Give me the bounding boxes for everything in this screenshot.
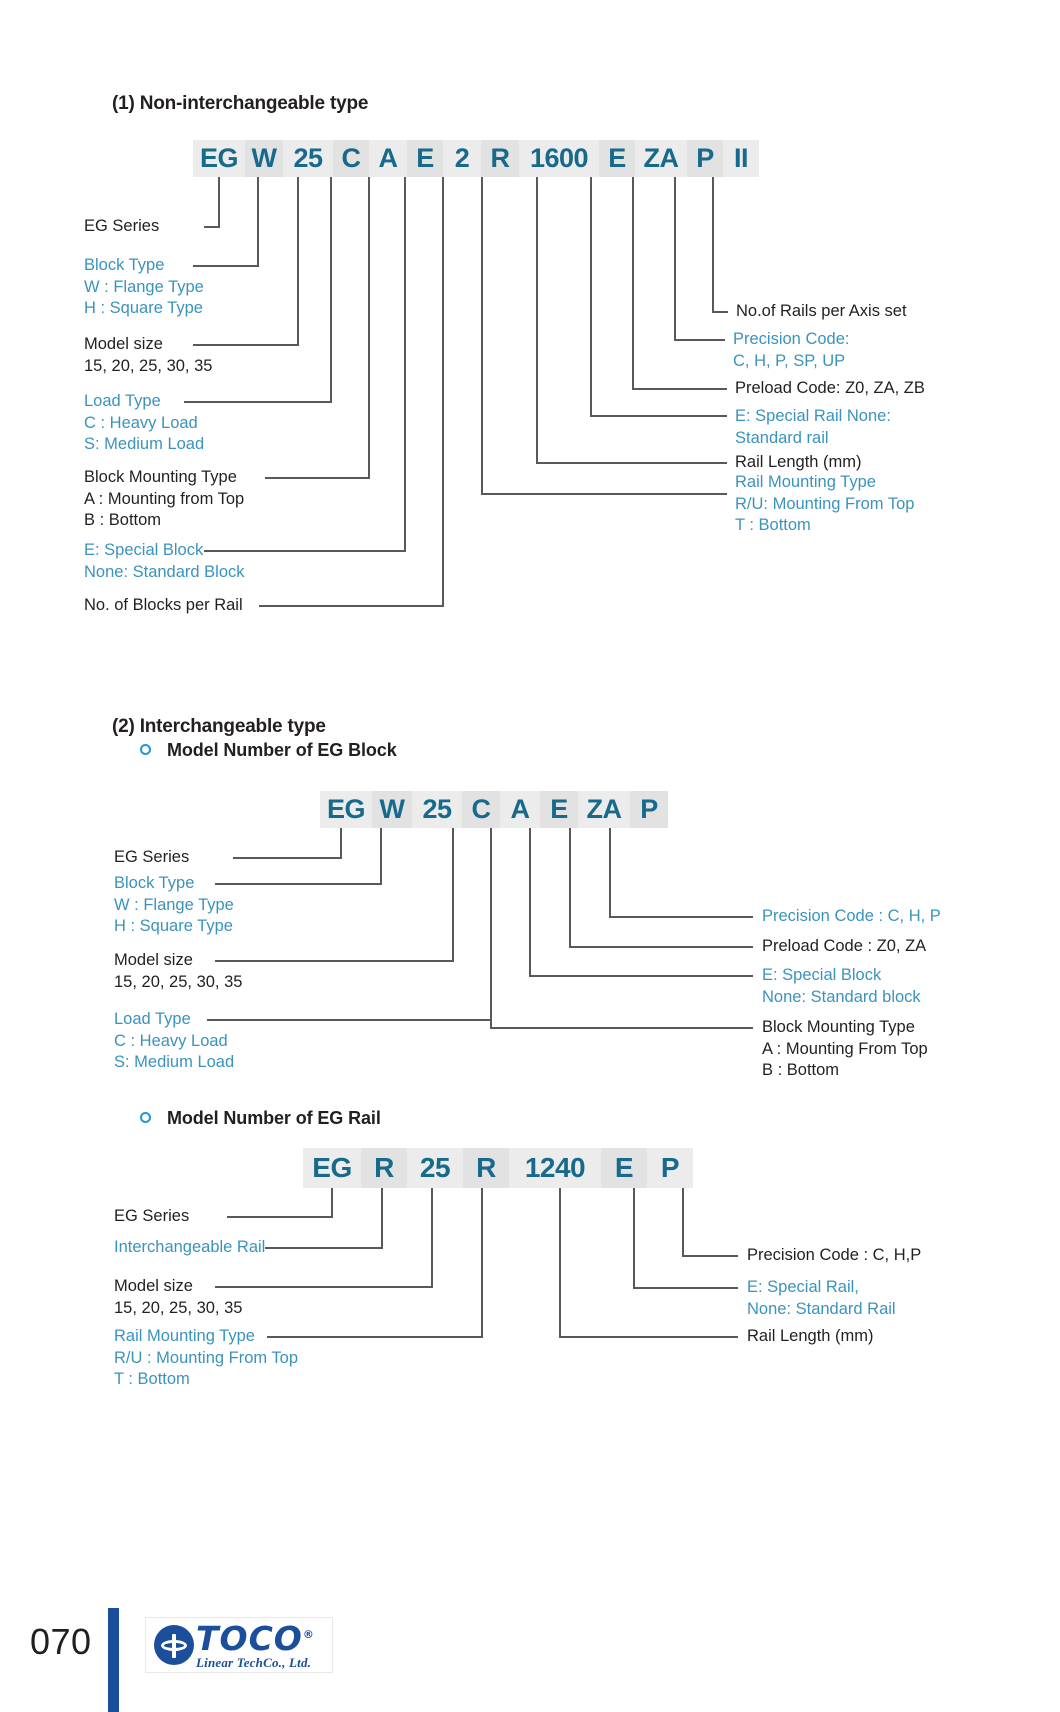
code-cell: 25	[283, 140, 333, 177]
code-cell: 25	[412, 791, 462, 828]
label-r-rail-mounting-type: Rail Mounting Type R/U : Mounting From T…	[114, 1327, 299, 1388]
catalog-page: (1) Non-interchangeable type EG W 25 C A E 2 R 1…	[0, 0, 1060, 1712]
leader-preload-code	[632, 177, 727, 390]
leader-r-rail-length	[559, 1188, 738, 1338]
code-cell: E	[407, 140, 443, 177]
toco-logo: TOCO® Linear TechCo., Ltd.	[145, 1617, 333, 1673]
label-blocks-per-rail: No. of Blocks per Rail	[84, 596, 243, 614]
leader-model-size	[193, 177, 299, 346]
code-cell: P	[647, 1148, 693, 1188]
code-cell: EG	[303, 1148, 361, 1188]
label-rail-mounting-type: Rail Mounting Type R/U: Mounting From To…	[735, 473, 915, 534]
code-cell: E	[540, 791, 578, 828]
registered-trademark-icon: ®	[302, 1627, 315, 1641]
label-model-size: Model size 15, 20, 25, 30, 35	[84, 335, 213, 375]
label-b-block-mounting-type: Block Mounting Type A : Mounting From To…	[762, 1018, 928, 1079]
code-cell: 1600	[519, 140, 599, 177]
code-cell: A	[369, 140, 407, 177]
leader-b-preload	[569, 828, 753, 948]
label-b-eg-series: EG Series	[114, 848, 190, 866]
section2-rail-code-row: EG R 25 R 1240 E P	[303, 1148, 693, 1188]
leader-rails-per-axis	[712, 177, 728, 313]
code-cell: E	[601, 1148, 647, 1188]
code-cell: 25	[407, 1148, 463, 1188]
label-preload-code: Preload Code: Z0, ZA, ZB	[735, 379, 925, 397]
section2-block-code-row: EG W 25 C A E ZA P	[320, 791, 668, 828]
code-cell: W	[245, 140, 283, 177]
label-r-precision-code: Precision Code : C, H,P	[747, 1246, 922, 1264]
page-number: 070	[30, 1621, 92, 1662]
label-r-model-size: Model size 15, 20, 25, 30, 35	[114, 1277, 243, 1317]
label-b-preload-code: Preload Code : Z0, ZA	[762, 937, 927, 955]
label-b-load-type: Load Type C : Heavy Load S: Medium Load	[114, 1010, 235, 1071]
code-cell: E	[599, 140, 635, 177]
code-cell: 1240	[509, 1148, 601, 1188]
leader-r-rail-mounting	[267, 1188, 483, 1338]
brand-tagline: Linear TechCo., Ltd.	[196, 1654, 312, 1670]
code-cell: ZA	[578, 791, 630, 828]
leader-b-load-type	[207, 828, 492, 1021]
leader-precision-code	[674, 177, 725, 341]
leader-b-special-block	[529, 828, 753, 977]
leader-b-eg-series	[233, 828, 342, 859]
label-r-special-rail: E: Special Rail, None: Standard Rail	[747, 1278, 896, 1318]
leader-b-block-mounting	[490, 828, 753, 1029]
label-precision-code: Precision Code: C, H, P, SP, UP	[733, 330, 850, 370]
leader-r-interchangeable	[265, 1188, 383, 1249]
label-r-eg-series: EG Series	[114, 1207, 190, 1225]
leader-b-block-type	[215, 828, 382, 885]
code-cell: R	[481, 140, 519, 177]
label-block-mounting-type: Block Mounting Type A : Mounting from To…	[84, 468, 245, 529]
section1-heading: (1) Non-interchangeable type	[112, 93, 369, 114]
leader-rail-length	[536, 177, 727, 464]
section2-heading: (2) Interchangeable type	[112, 716, 326, 737]
label-special-block: E: Special Block None: Standard Block	[84, 541, 245, 581]
label-b-precision-code: Precision Code : C, H, P	[762, 907, 941, 925]
label-block-type: Block Type W : Flange Type H : Square Ty…	[84, 256, 204, 317]
label-rail-length: Rail Length (mm)	[735, 453, 862, 471]
footer-accent-rule	[108, 1608, 119, 1712]
label-b-special-block: E: Special Block None: Standard block	[762, 966, 921, 1006]
leader-r-precision	[682, 1188, 738, 1257]
label-b-block-type: Block Type W : Flange Type H : Square Ty…	[114, 874, 234, 935]
code-cell: C	[462, 791, 500, 828]
label-b-model-size: Model size 15, 20, 25, 30, 35	[114, 951, 243, 991]
circle-bullet-icon-rail	[140, 1112, 151, 1123]
code-cell: R	[463, 1148, 509, 1188]
leader-b-model-size	[215, 828, 454, 962]
brand-name: TOCO®	[196, 1618, 315, 1658]
leader-eg-series	[204, 177, 220, 228]
code-cell: W	[372, 791, 412, 828]
section2-block-subheading: Model Number of EG Block	[167, 740, 397, 760]
code-cell: II	[723, 140, 759, 177]
leader-r-special-rail	[633, 1188, 738, 1289]
label-r-rail-length: Rail Length (mm)	[747, 1327, 874, 1345]
code-cell: R	[361, 1148, 407, 1188]
leader-r-eg-series	[227, 1188, 333, 1218]
code-cell: P	[630, 791, 668, 828]
label-r-interchangeable-rail: Interchangeable Rail	[114, 1238, 266, 1256]
label-eg-series: EG Series	[84, 217, 160, 235]
code-cell: A	[500, 791, 540, 828]
code-cell: 2	[443, 140, 481, 177]
leader-block-type	[193, 177, 259, 267]
toco-circle-logo-icon	[154, 1625, 194, 1665]
code-cell: C	[333, 140, 369, 177]
code-cell: ZA	[635, 140, 687, 177]
section2-rail-subheading: Model Number of EG Rail	[167, 1108, 381, 1128]
leader-blocks-per-rail	[259, 177, 444, 607]
leader-block-mounting	[265, 177, 370, 479]
label-load-type: Load Type C : Heavy Load S: Medium Load	[84, 392, 205, 453]
code-cell: EG	[320, 791, 372, 828]
label-rails-per-axis: No.of Rails per Axis set	[736, 302, 907, 320]
code-cell: P	[687, 140, 723, 177]
leader-special-rail	[590, 177, 727, 417]
label-special-rail: E: Special Rail None: Standard rail	[735, 407, 891, 447]
leader-rail-mounting	[481, 177, 727, 495]
section1-model-code-row: EG W 25 C A E 2 R 1600 E ZA P II	[193, 140, 759, 177]
code-cell: EG	[193, 140, 245, 177]
leader-b-precision	[609, 828, 753, 918]
circle-bullet-icon	[140, 744, 151, 755]
